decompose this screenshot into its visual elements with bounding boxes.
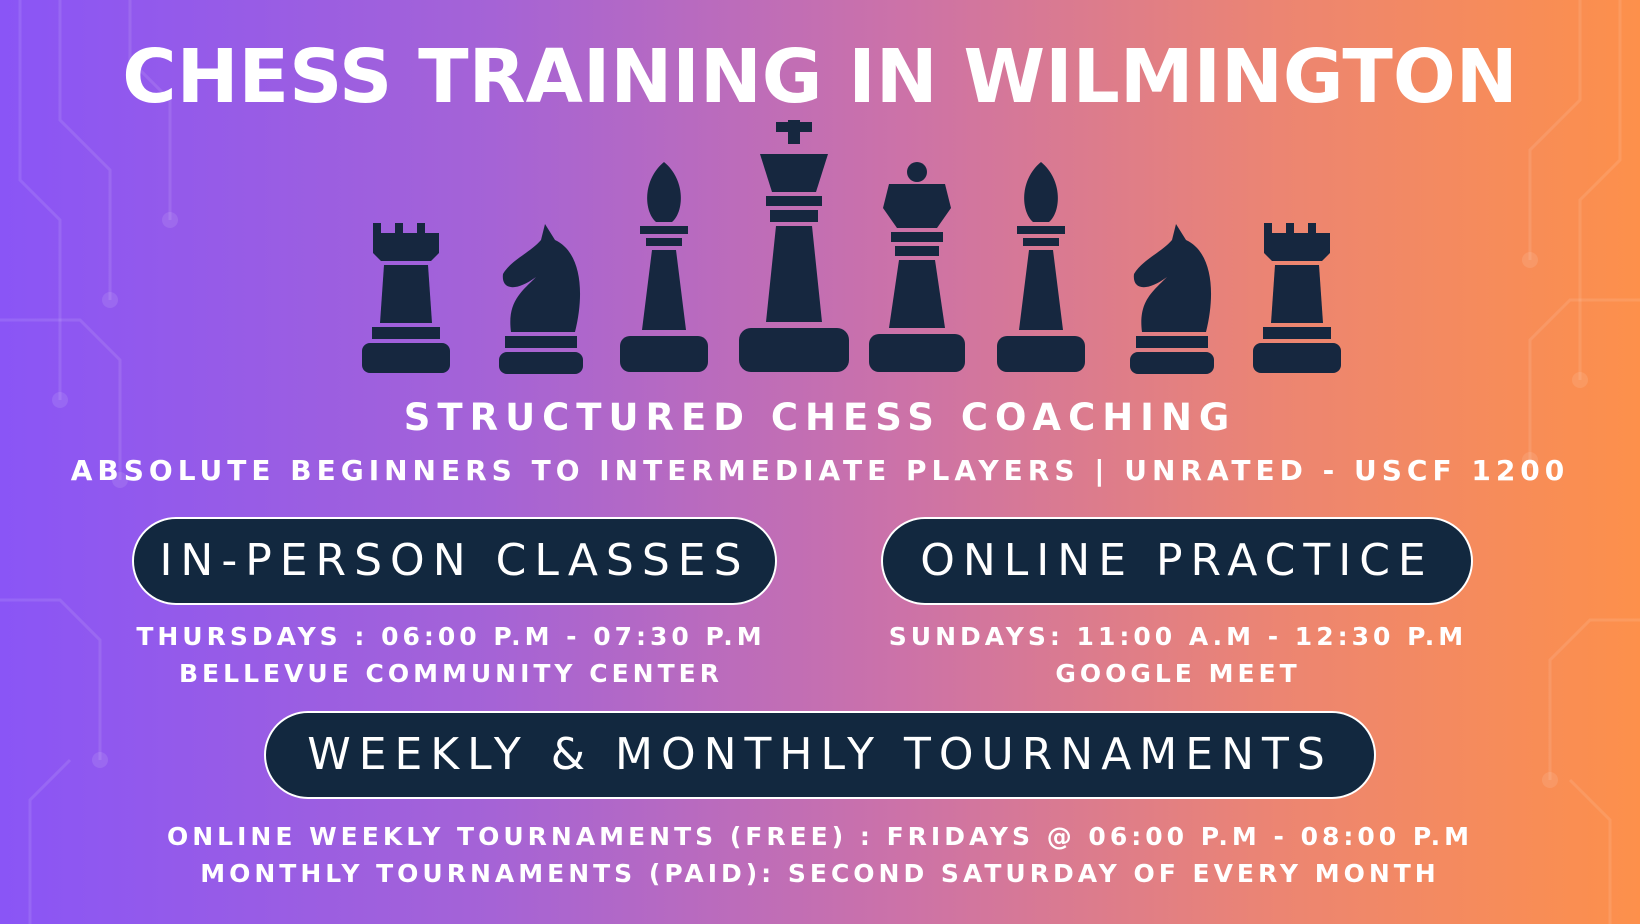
in-person-details: THURSDAYS : 06:00 P.M - 07:30 P.M BELLEV… [108,618,794,692]
queen-icon [869,162,965,372]
monthly-tournament-text: MONTHLY TOURNAMENTS (PAID): SECOND SATUR… [200,859,1440,888]
bishop-icon [997,162,1085,372]
subtitle: STRUCTURED CHESS COACHING [403,396,1237,439]
chess-pieces-row [362,120,1341,374]
online-practice-pill: ONLINE PRACTICE [881,517,1473,605]
online-schedule: SUNDAYS: 11:00 A.M - 12:30 P.M [888,622,1468,651]
in-person-location: BELLEVUE COMMUNITY CENTER [179,659,723,688]
audience-text: ABSOLUTE BEGINNERS TO INTERMEDIATE PLAYE… [70,454,1570,487]
knight-icon [499,224,583,374]
rook-icon [362,223,450,373]
king-icon [739,120,849,372]
tournament-details: ONLINE WEEKLY TOURNAMENTS (FREE) : FRIDA… [120,818,1520,892]
tournaments-pill: WEEKLY & MONTHLY TOURNAMENTS [264,711,1376,799]
rook-icon [1253,223,1341,373]
online-location: GOOGLE MEET [1055,659,1301,688]
knight-icon [1130,224,1214,374]
bishop-icon [620,162,708,372]
page-title: CHESS TRAINING IN WILMINGTON [122,34,1518,120]
in-person-classes-pill: IN-PERSON CLASSES [132,517,777,605]
online-details: SUNDAYS: 11:00 A.M - 12:30 P.M GOOGLE ME… [860,618,1496,692]
weekly-tournament-text: ONLINE WEEKLY TOURNAMENTS (FREE) : FRIDA… [167,822,1473,851]
in-person-schedule: THURSDAYS : 06:00 P.M - 07:30 P.M [136,622,766,651]
